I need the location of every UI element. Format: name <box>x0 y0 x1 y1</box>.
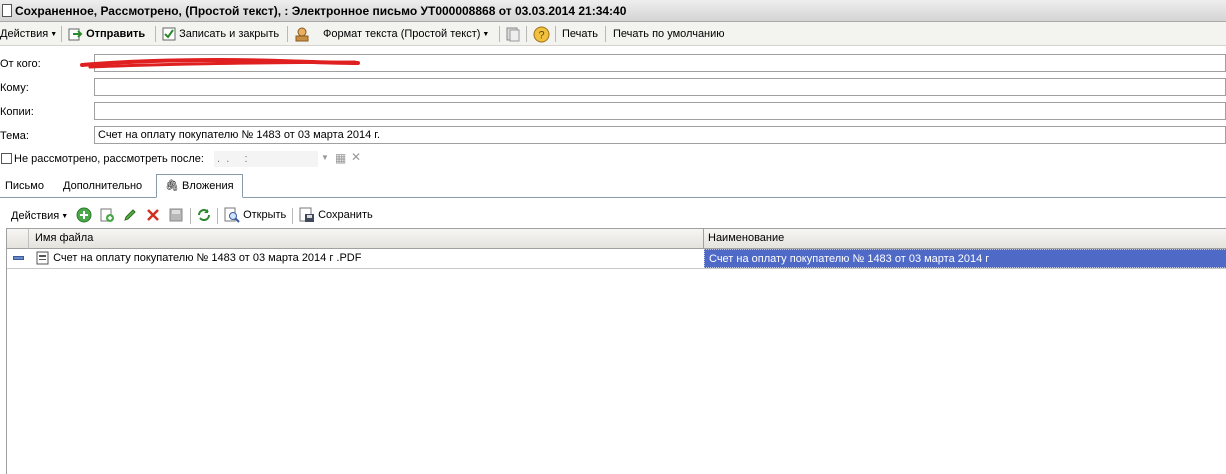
tab-bar: Письмо Дополнительно 🖇 Вложения <box>0 173 1226 198</box>
toolbar-separator <box>61 26 62 42</box>
tab-additional[interactable]: Дополнительно <box>63 177 142 197</box>
send-button[interactable]: Отправить <box>67 26 145 42</box>
attachments-toolbar: Действия ▼ Открыть Сохранить <box>0 204 1226 226</box>
tab-attachments[interactable]: 🖇 Вложения <box>156 174 243 198</box>
toolbar-separator <box>155 26 156 42</box>
delete-icon <box>147 209 159 221</box>
add-button[interactable] <box>76 207 92 223</box>
print-default-button[interactable]: Печать по умолчанию <box>613 26 725 42</box>
help-button[interactable]: ? <box>533 26 550 43</box>
help-icon: ? <box>533 26 550 43</box>
text-format-menu[interactable]: Формат текста (Простой текст) ▼ <box>323 26 489 42</box>
add-copy-button[interactable] <box>99 207 115 223</box>
contact-icon <box>295 27 309 42</box>
dropdown-arrow-icon: ▼ <box>482 31 490 38</box>
add-icon <box>76 207 92 223</box>
send-icon <box>68 28 83 41</box>
print-button[interactable]: Печать <box>562 26 598 42</box>
disk-icon <box>169 208 183 222</box>
save-and-close-button[interactable]: Записать и закрыть <box>162 26 279 42</box>
cc-label: Копии: <box>0 106 34 118</box>
refresh-button[interactable] <box>196 207 212 223</box>
disk-button[interactable] <box>168 207 184 223</box>
contact-icon-button[interactable] <box>293 26 311 42</box>
svg-text:?: ? <box>538 30 544 42</box>
dropdown-arrow-icon: ▼ <box>50 31 58 38</box>
toolbar-separator <box>499 26 500 42</box>
clear-icon[interactable]: ✕ <box>351 150 361 164</box>
column-header-name[interactable]: Наименование <box>704 229 1226 249</box>
filename-text: Счет на оплату покупателю № 1483 от 03 м… <box>53 252 362 264</box>
main-toolbar: Действия ▼ Отправить Записать и закрыть Ф… <box>0 22 1226 46</box>
to-label: Кому: <box>0 82 29 94</box>
window-title: Сохраненное, Рассмотрено, (Простой текст… <box>15 4 627 18</box>
save-file-icon <box>299 207 314 223</box>
row-marker-icon <box>13 256 24 260</box>
review-label: Не рассмотрено, рассмотреть после: <box>14 153 204 165</box>
actions-label: Действия <box>0 28 49 40</box>
document-icon <box>2 4 12 17</box>
subject-label: Тема: <box>0 130 29 142</box>
copy-icon <box>506 27 520 42</box>
subject-field[interactable]: Счет на оплату покупателю № 1483 от 03 м… <box>94 126 1226 144</box>
delete-button[interactable] <box>145 207 161 223</box>
attachments-actions-label: Действия <box>11 210 60 222</box>
toolbar-separator <box>555 26 556 42</box>
review-checkbox[interactable] <box>1 153 12 164</box>
from-label: От кого: <box>0 58 41 70</box>
redaction-scribble <box>80 58 360 69</box>
pencil-icon <box>124 209 136 221</box>
grid-header-marker <box>7 229 29 249</box>
copy-button[interactable] <box>505 26 521 42</box>
toolbar-separator <box>217 208 218 224</box>
name-cell: Счет на оплату покупателю № 1483 от 03 м… <box>704 249 1226 268</box>
toolbar-separator <box>605 26 606 42</box>
save-attachment-button[interactable]: Сохранить <box>299 207 373 223</box>
paperclip-icon: 🖇 <box>165 180 179 192</box>
window-title-bar: Сохраненное, Рассмотрено, (Простой текст… <box>0 0 1226 22</box>
dropdown-arrow-icon: ▼ <box>61 213 69 220</box>
table-row[interactable]: Счет на оплату покупателю № 1483 от 03 м… <box>7 249 1226 269</box>
filename-cell: Счет на оплату покупателю № 1483 от 03 м… <box>36 249 704 268</box>
review-date-field[interactable]: . . : <box>214 151 318 167</box>
open-button[interactable]: Открыть <box>224 207 286 223</box>
toolbar-separator <box>190 208 191 224</box>
calendar-icon[interactable]: ▦ <box>335 151 346 165</box>
toolbar-separator <box>287 26 288 42</box>
send-label: Отправить <box>86 28 146 40</box>
attachments-grid: Имя файла Наименование Счет на оплату по… <box>6 228 1226 474</box>
toolbar-separator <box>292 208 293 224</box>
attachments-actions-menu[interactable]: Действия ▼ <box>11 208 68 224</box>
open-label: Открыть <box>243 209 287 221</box>
review-dropdown-icon[interactable]: ▼ <box>321 153 329 162</box>
toolbar-separator <box>526 26 527 42</box>
add-copy-icon <box>100 208 114 222</box>
refresh-icon <box>198 209 210 221</box>
format-label: Формат текста (Простой текст) <box>323 28 481 40</box>
pdf-file-icon <box>36 251 49 265</box>
save-close-label: Записать и закрыть <box>179 28 280 40</box>
cc-field[interactable] <box>94 102 1226 120</box>
magnifier-icon <box>224 207 240 223</box>
actions-menu-button[interactable]: Действия ▼ <box>0 26 57 42</box>
save-attachment-label: Сохранить <box>318 209 373 221</box>
to-field[interactable] <box>94 78 1226 96</box>
edit-button[interactable] <box>122 207 138 223</box>
column-header-filename[interactable]: Имя файла <box>29 229 704 249</box>
tab-letter[interactable]: Письмо <box>5 177 44 197</box>
tab-attachments-label: Вложения <box>182 180 234 192</box>
save-close-icon <box>162 27 176 41</box>
